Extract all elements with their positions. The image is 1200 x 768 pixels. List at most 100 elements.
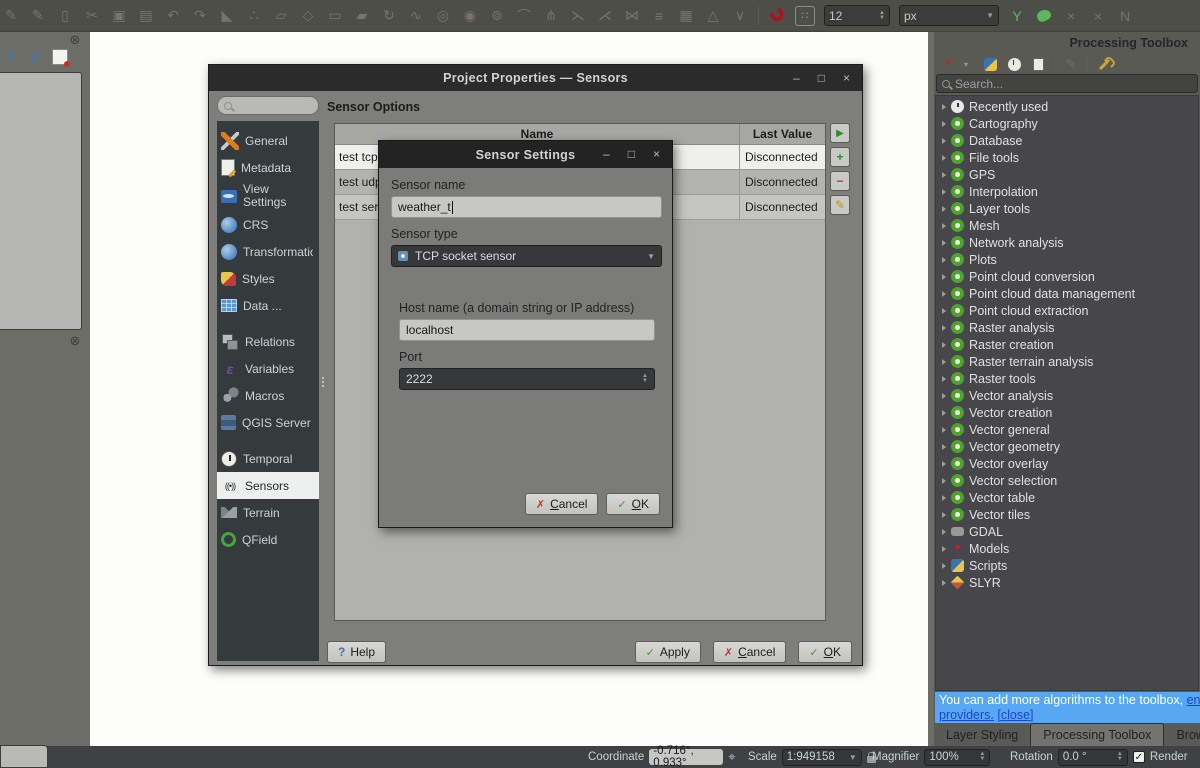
toolbox-category[interactable]: Raster analysis xyxy=(936,319,1198,336)
toolbox-category[interactable]: Vector creation xyxy=(936,404,1198,421)
models-dropdown-icon[interactable]: ▾ xyxy=(958,56,974,72)
add-polygon-icon[interactable]: ◇ xyxy=(299,7,317,25)
edit-in-place-icon[interactable]: ✎ xyxy=(1063,56,1079,72)
rotate-feature-icon[interactable]: ↻ xyxy=(380,7,398,25)
filter-legend-icon[interactable] xyxy=(52,49,68,65)
bottom-left-tab[interactable] xyxy=(0,745,48,768)
sidebar-item[interactable]: QGIS Server xyxy=(217,409,319,436)
scale-combobox[interactable]: 1:949158 ▼ xyxy=(782,749,862,766)
toolbox-category[interactable]: Vector general xyxy=(936,421,1198,438)
start-sensor-button[interactable]: ▶ xyxy=(830,123,850,143)
expand-arrow-icon[interactable] xyxy=(942,172,946,178)
toolbox-category[interactable]: SLYR xyxy=(936,574,1198,591)
cancel-button[interactable]: ✗Cancel xyxy=(713,641,787,663)
sensor-type-combobox[interactable]: TCP socket sensor ▼ xyxy=(391,245,662,267)
close-button[interactable]: × xyxy=(843,71,850,85)
expand-arrow-icon[interactable] xyxy=(942,291,946,297)
expand-arrow-icon[interactable] xyxy=(942,189,946,195)
close-panel-2-button[interactable]: ⊗ xyxy=(68,334,82,348)
clear-2-icon[interactable]: × xyxy=(1089,7,1107,25)
toolbox-category[interactable]: Mesh xyxy=(936,217,1198,234)
column-last-value[interactable]: Last Value xyxy=(740,124,825,144)
sidebar-item[interactable]: CRS xyxy=(217,211,319,238)
current-edits-icon[interactable]: ✎ xyxy=(2,7,20,25)
scripts-menu-icon[interactable] xyxy=(982,56,998,72)
expand-arrow-icon[interactable] xyxy=(942,478,946,484)
models-menu-icon[interactable]: * xyxy=(940,56,956,72)
snapping-tolerance-spinbox[interactable]: 12 ▲▼ xyxy=(824,5,890,26)
topological-editing-icon[interactable]: Y xyxy=(1008,7,1026,25)
toolbox-category[interactable]: Scripts xyxy=(936,557,1198,574)
sidebar-item[interactable]: ε Variables xyxy=(217,355,319,382)
toolbox-category[interactable]: Point cloud extraction xyxy=(936,302,1198,319)
minimize-button[interactable]: – xyxy=(603,147,610,161)
render-checkbox[interactable]: ✓ xyxy=(1133,751,1145,763)
undo-icon[interactable]: ↶ xyxy=(164,7,182,25)
toolbox-category[interactable]: Recently used xyxy=(936,98,1198,115)
expand-arrow-icon[interactable] xyxy=(942,223,946,229)
snapping-unit-combobox[interactable]: px ▼ xyxy=(899,5,999,26)
add-sensor-button[interactable]: + xyxy=(830,147,850,167)
sidebar-item[interactable]: Data ... xyxy=(217,292,319,319)
expand-arrow-icon[interactable] xyxy=(942,427,946,433)
toolbox-category[interactable]: Vector table xyxy=(936,489,1198,506)
expand-arrow-icon[interactable] xyxy=(942,257,946,263)
spin-arrows-icon[interactable]: ▲▼ xyxy=(1117,752,1123,762)
expand-arrow-icon[interactable] xyxy=(942,580,946,586)
dialog-titlebar[interactable]: Project Properties — Sensors – □ × xyxy=(209,65,862,91)
toolbox-category[interactable]: Vector overlay xyxy=(936,455,1198,472)
cancel-button[interactable]: ✗Cancel xyxy=(525,493,599,515)
sidebar-item[interactable]: ((•)) Sensors xyxy=(217,472,319,499)
edit-sensor-button[interactable]: ✎ xyxy=(830,195,850,215)
sidebar-item[interactable] xyxy=(217,436,319,445)
merge-features-icon[interactable]: ⋈ xyxy=(623,7,641,25)
toolbox-search-input[interactable]: Search... xyxy=(936,74,1198,93)
expand-arrow-icon[interactable] xyxy=(942,206,946,212)
paste-features-icon[interactable]: ▤ xyxy=(137,7,155,25)
dock-tab[interactable]: Layer Styling xyxy=(934,723,1030,746)
sidebar-item[interactable]: Macros xyxy=(217,382,319,409)
sidebar-item[interactable]: General xyxy=(217,127,319,154)
add-part-icon[interactable]: ◉ xyxy=(461,7,479,25)
sidebar-item[interactable] xyxy=(217,319,319,328)
expand-arrow-icon[interactable] xyxy=(942,546,946,552)
toolbox-category[interactable]: Cartography xyxy=(936,115,1198,132)
simplify-feature-icon[interactable]: ∿ xyxy=(407,7,425,25)
maximize-button[interactable]: □ xyxy=(818,71,825,85)
toolbox-category[interactable]: Plots xyxy=(936,251,1198,268)
digitize-segment-icon[interactable]: ◣ xyxy=(218,7,236,25)
toolbox-category[interactable]: Point cloud conversion xyxy=(936,268,1198,285)
snapping-mode-button[interactable]: ∷ xyxy=(795,6,815,26)
redo-icon[interactable]: ↷ xyxy=(191,7,209,25)
remove-sensor-button[interactable]: − xyxy=(830,171,850,191)
properties-search-input[interactable] xyxy=(217,96,319,115)
toolbox-category[interactable]: Interpolation xyxy=(936,183,1198,200)
spin-arrows-icon[interactable]: ▲▼ xyxy=(979,752,985,762)
expand-arrow-icon[interactable] xyxy=(942,274,946,280)
sensor-name-input[interactable]: weather_t xyxy=(391,196,662,218)
expand-arrow-icon[interactable] xyxy=(942,325,946,331)
expand-arrow-icon[interactable] xyxy=(942,342,946,348)
reshape-features-icon[interactable]: ⋔ xyxy=(542,7,560,25)
magnifier-spinbox[interactable]: 100% ▲▼ xyxy=(924,749,990,766)
toolbox-category[interactable]: Vector selection xyxy=(936,472,1198,489)
maximize-button[interactable]: □ xyxy=(628,147,635,161)
fill-ring-icon[interactable]: ⊚ xyxy=(488,7,506,25)
move-feature-icon[interactable]: ▭ xyxy=(326,7,344,25)
trim-extend-icon[interactable]: ∨ xyxy=(731,7,749,25)
toolbox-category[interactable]: Vector analysis xyxy=(936,387,1198,404)
toolbox-category[interactable]: GPS xyxy=(936,166,1198,183)
toolbox-category[interactable]: Raster tools xyxy=(936,370,1198,387)
providers-link[interactable]: providers. xyxy=(939,708,994,722)
close-panel-button[interactable]: ⊗ xyxy=(68,33,82,47)
expand-arrow-icon[interactable] xyxy=(942,495,946,501)
toolbox-category[interactable]: Database xyxy=(936,132,1198,149)
expand-arrow-icon[interactable] xyxy=(942,512,946,518)
expand-arrow-icon[interactable] xyxy=(942,240,946,246)
rotate-point-symbols-icon[interactable]: △ xyxy=(704,7,722,25)
sidebar-item[interactable]: Relations xyxy=(217,328,319,355)
expand-arrow-icon[interactable] xyxy=(942,104,946,110)
options-wrench-icon[interactable] xyxy=(1096,56,1112,72)
minimize-button[interactable]: – xyxy=(793,71,800,85)
sidebar-item[interactable]: Transformations xyxy=(217,238,319,265)
